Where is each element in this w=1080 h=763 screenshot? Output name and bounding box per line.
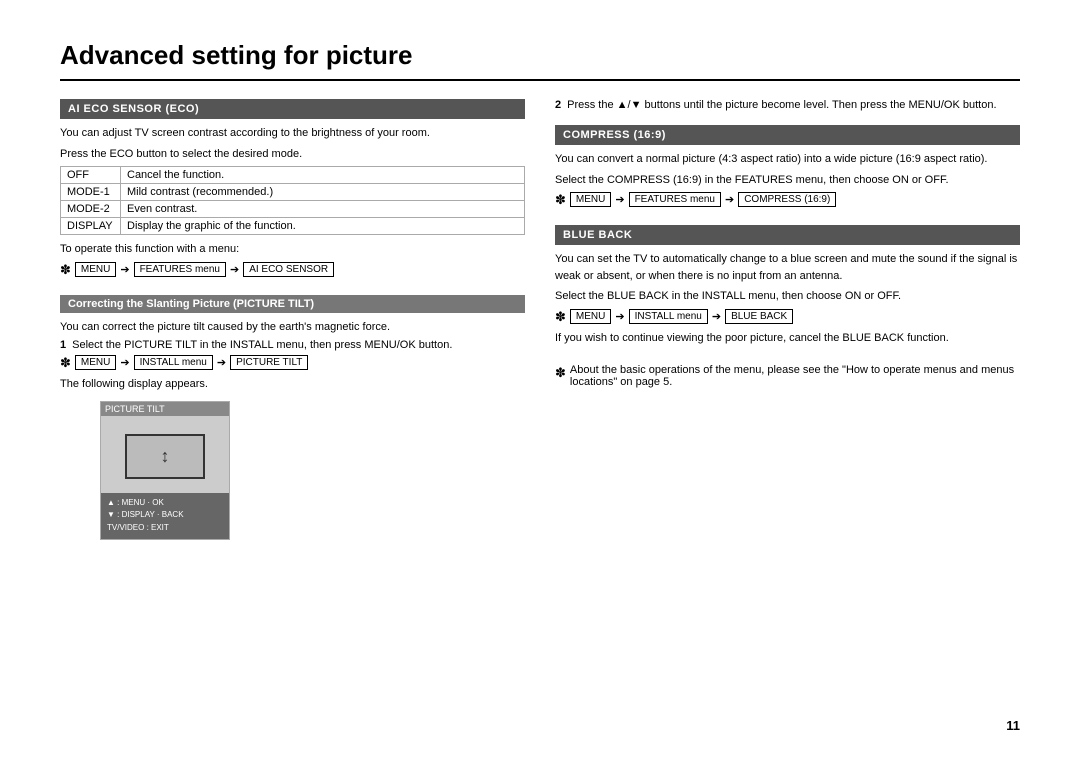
compress-para1: You can convert a normal picture (4:3 as… xyxy=(555,151,1020,168)
section-ai-eco-header: AI ECO SENSOR (ECO) xyxy=(60,99,525,119)
right-column: 2 Press the ▲/▼ buttons until the pictur… xyxy=(555,99,1020,558)
diagram-controls: ▲ : MENU · OK▼ : DISPLAY · BACKTV/VIDEO … xyxy=(101,493,229,539)
eco-mode-cell: MODE-2 xyxy=(61,201,121,218)
eco-table-row: MODE-2Even contrast. xyxy=(61,201,525,218)
compress-menu-path: ✽ MENU ➔ FEATURES menu ➔ COMPRESS (16:9) xyxy=(555,192,1020,207)
blue-back-para3: If you wish to continue viewing the poor… xyxy=(555,330,1020,347)
step2-num: 2 xyxy=(555,99,561,111)
eco-desc-cell: Even contrast. xyxy=(121,201,525,218)
eco-menu-item-3: AI ECO SENSOR xyxy=(243,262,334,277)
eco-mode-cell: OFF xyxy=(61,167,121,184)
blue-back-para2: Select the BLUE BACK in the INSTALL menu… xyxy=(555,288,1020,305)
eco-asterisk: ✽ xyxy=(60,263,71,276)
tilt-menu-item-3: PICTURE TILT xyxy=(230,355,308,370)
eco-table-row: DISPLAYDisplay the graphic of the functi… xyxy=(61,218,525,235)
step2-text: Press the ▲/▼ buttons until the picture … xyxy=(567,99,1020,111)
eco-desc-cell: Cancel the function. xyxy=(121,167,525,184)
eco-mode-cell: DISPLAY xyxy=(61,218,121,235)
note-section: ✽ About the basic operations of the menu… xyxy=(555,364,1020,388)
compress-header: COMPRESS (16:9) xyxy=(555,125,1020,145)
blue-back-asterisk: ✽ xyxy=(555,310,566,323)
eco-menu-label: To operate this function with a menu: xyxy=(60,241,525,258)
compress-para2: Select the COMPRESS (16:9) in the FEATUR… xyxy=(555,172,1020,189)
diagram-control-item: ▼ : DISPLAY · BACK xyxy=(107,509,223,522)
tilt-asterisk: ✽ xyxy=(60,356,71,369)
blue-back-menu-item-2: INSTALL menu xyxy=(629,309,708,324)
eco-table-row: MODE-1Mild contrast (recommended.) xyxy=(61,184,525,201)
eco-para2: Press the ECO button to select the desir… xyxy=(60,146,525,163)
page-title: Advanced setting for picture xyxy=(60,40,1020,81)
blue-back-header: BLUE BACK xyxy=(555,225,1020,245)
section-blue-back: BLUE BACK You can set the TV to automati… xyxy=(555,225,1020,346)
compress-menu-item-2: FEATURES menu xyxy=(629,192,721,207)
eco-para1: You can adjust TV screen contrast accord… xyxy=(60,125,525,142)
tilt-menu-item-2: INSTALL menu xyxy=(134,355,213,370)
compress-menu-item-1: MENU xyxy=(570,192,611,207)
tilt-following: The following display appears. xyxy=(60,376,525,393)
tilt-step1-text: Select the PICTURE TILT in the INSTALL m… xyxy=(72,339,525,351)
tilt-menu-path: ✽ MENU ➔ INSTALL menu ➔ PICTURE TILT xyxy=(60,355,525,370)
eco-menu-item-2: FEATURES menu xyxy=(134,262,226,277)
note-text: About the basic operations of the menu, … xyxy=(570,364,1020,388)
compress-menu-item-3: COMPRESS (16:9) xyxy=(738,192,836,207)
blue-back-menu-path: ✽ MENU ➔ INSTALL menu ➔ BLUE BACK xyxy=(555,309,1020,324)
picture-tilt-header: Correcting the Slanting Picture (PICTURE… xyxy=(60,295,525,313)
step2-container: 2 Press the ▲/▼ buttons until the pictur… xyxy=(555,99,1020,111)
eco-table-row: OFFCancel the function. xyxy=(61,167,525,184)
tilt-para1: You can correct the picture tilt caused … xyxy=(60,319,525,336)
section-compress: COMPRESS (16:9) You can convert a normal… xyxy=(555,125,1020,207)
compress-asterisk: ✽ xyxy=(555,193,566,206)
diagram-title: PICTURE TILT xyxy=(101,402,229,416)
eco-modes-table: OFFCancel the function.MODE-1Mild contra… xyxy=(60,166,525,235)
eco-menu-item-1: MENU xyxy=(75,262,116,277)
tilt-step1-num: 1 xyxy=(60,339,66,351)
eco-mode-cell: MODE-1 xyxy=(61,184,121,201)
eco-desc-cell: Display the graphic of the function. xyxy=(121,218,525,235)
page-number: 11 xyxy=(1006,718,1020,733)
section-ai-eco: AI ECO SENSOR (ECO) You can adjust TV sc… xyxy=(60,99,525,277)
tilt-menu-item-1: MENU xyxy=(75,355,116,370)
tilt-step1: 1 Select the PICTURE TILT in the INSTALL… xyxy=(60,339,525,351)
diagram-screen: ↕ xyxy=(125,434,205,479)
note-container: ✽ About the basic operations of the menu… xyxy=(555,364,1020,388)
diagram-control-item: ▲ : MENU · OK xyxy=(107,497,223,510)
left-column: AI ECO SENSOR (ECO) You can adjust TV sc… xyxy=(60,99,525,558)
diagram-control-item: TV/VIDEO : EXIT xyxy=(107,522,223,535)
blue-back-para1: You can set the TV to automatically chan… xyxy=(555,251,1020,284)
note-asterisk: ✽ xyxy=(555,364,566,388)
eco-desc-cell: Mild contrast (recommended.) xyxy=(121,184,525,201)
section-picture-tilt: Correcting the Slanting Picture (PICTURE… xyxy=(60,295,525,540)
blue-back-menu-item-1: MENU xyxy=(570,309,611,324)
eco-menu-path: ✽ MENU ➔ FEATURES menu ➔ AI ECO SENSOR xyxy=(60,262,525,277)
blue-back-menu-item-3: BLUE BACK xyxy=(725,309,793,324)
picture-tilt-diagram: PICTURE TILT ↕ ▲ : MENU · OK▼ : DISPLAY … xyxy=(100,401,230,540)
